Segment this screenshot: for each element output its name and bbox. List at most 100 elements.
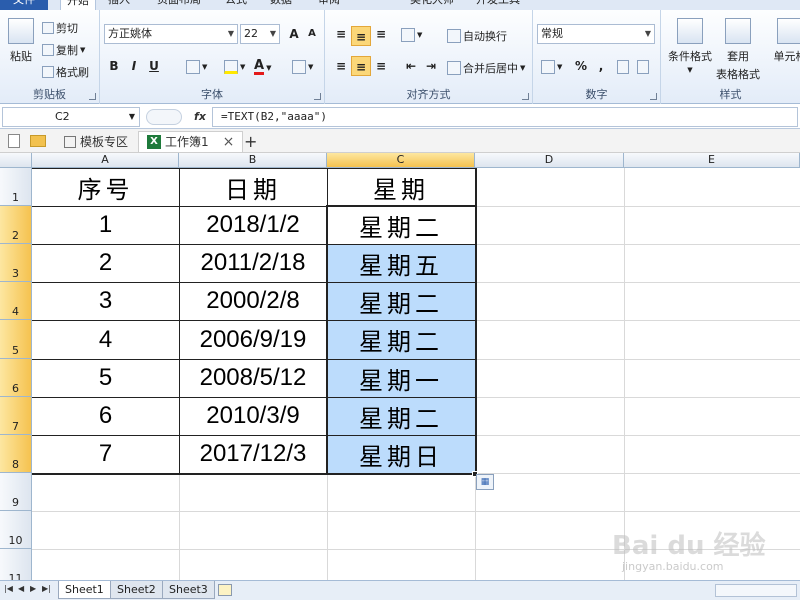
header-cell-weekday[interactable]: 星期 — [327, 168, 475, 206]
format-as-table-button[interactable]: 套用 表格格式 — [715, 18, 761, 82]
first-sheet-icon[interactable]: |◀ — [4, 584, 13, 593]
table-cell[interactable]: 2000/2/8 — [179, 282, 327, 320]
column-header-b[interactable]: B — [179, 153, 327, 168]
conditional-format-button[interactable]: 条件格式 ▼ — [667, 18, 713, 74]
percent-button[interactable]: % — [571, 56, 591, 76]
comma-button[interactable]: , — [591, 56, 611, 76]
table-cell[interactable]: 7 — [32, 435, 179, 473]
next-sheet-icon[interactable]: ▶ — [30, 584, 36, 593]
bold-button[interactable]: B — [104, 56, 124, 76]
format-painter-button[interactable]: 格式刷 — [42, 64, 89, 80]
table-cell[interactable]: 2011/2/18 — [179, 244, 327, 282]
tab-home[interactable]: 开始 — [60, 0, 96, 10]
tab-review[interactable]: 审阅 — [318, 0, 340, 10]
header-cell-date[interactable]: 日期 — [179, 168, 327, 206]
align-left-button[interactable]: ≡ — [331, 56, 351, 76]
tab-file[interactable]: 文件 — [0, 0, 48, 10]
sheet-tab-1[interactable]: Sheet1 — [58, 581, 111, 599]
phonetic-button[interactable]: ▼ — [292, 60, 313, 74]
sheet-tab-3[interactable]: Sheet3 — [162, 581, 215, 599]
formula-bar-toggle[interactable] — [146, 109, 182, 125]
row-header-7[interactable]: 7 — [0, 397, 32, 435]
dialog-launcher-icon[interactable] — [89, 93, 96, 100]
header-cell-index[interactable]: 序号 — [32, 168, 179, 206]
tab-insert[interactable]: 插入 — [108, 0, 130, 10]
copy-button[interactable]: 复制 ▼ — [42, 42, 85, 58]
table-cell[interactable]: 2 — [32, 244, 179, 282]
table-cell[interactable]: 2008/5/12 — [179, 359, 327, 397]
dialog-launcher-icon[interactable] — [522, 93, 529, 100]
row-header-8[interactable]: 8 — [0, 435, 32, 473]
table-cell[interactable]: 2010/3/9 — [179, 397, 327, 435]
select-all-corner[interactable] — [0, 153, 32, 168]
font-color-button[interactable]: A ▼ — [254, 59, 271, 75]
table-cell[interactable]: 星期五 — [327, 244, 475, 282]
spreadsheet-grid[interactable]: A B C D E 1 2 3 4 5 6 7 8 9 10 11 序号 日期 … — [0, 153, 800, 580]
name-box[interactable]: C2 ▼ — [2, 107, 140, 127]
table-cell[interactable]: 1 — [32, 206, 179, 244]
table-cell[interactable]: 2017/12/3 — [179, 435, 327, 473]
decrease-decimal-button[interactable] — [637, 60, 649, 74]
borders-button[interactable]: ▼ — [186, 60, 207, 74]
table-cell[interactable]: 4 — [32, 320, 179, 359]
tab-beautify[interactable]: 美化大师 — [410, 0, 454, 10]
column-header-d[interactable]: D — [475, 153, 624, 168]
align-top-button[interactable]: ≡ — [331, 24, 351, 44]
table-cell[interactable]: 星期日 — [327, 435, 475, 473]
table-cell[interactable]: 2018/1/2 — [179, 206, 327, 244]
increase-indent-button[interactable]: ⇥ — [421, 56, 441, 76]
cut-button[interactable]: 剪切 — [42, 20, 78, 36]
table-cell[interactable]: 6 — [32, 397, 179, 435]
tab-workbook1[interactable]: X 工作簿1 × — [138, 131, 244, 152]
table-cell[interactable]: 星期二 — [327, 206, 475, 244]
table-cell[interactable]: 星期一 — [327, 359, 475, 397]
row-header-1[interactable]: 1 — [0, 168, 32, 206]
font-size-combo[interactable]: 22 ▼ — [240, 24, 280, 44]
decrease-indent-button[interactable]: ⇤ — [401, 56, 421, 76]
new-document-icon[interactable] — [8, 134, 20, 148]
fill-color-button[interactable]: ▼ — [224, 60, 245, 74]
formula-input[interactable]: =TEXT(B2,"aaaa") — [212, 107, 798, 127]
align-bottom-button[interactable]: ≡ — [371, 24, 391, 44]
horizontal-scrollbar[interactable] — [715, 584, 797, 597]
auto-fill-options-button[interactable]: ▦ — [476, 474, 494, 490]
tab-developer[interactable]: 开发工具 — [476, 0, 520, 10]
column-header-e[interactable]: E — [624, 153, 800, 168]
increase-decimal-button[interactable] — [617, 60, 629, 74]
row-header-3[interactable]: 3 — [0, 244, 32, 282]
merge-center-button[interactable]: 合并后居中 ▼ — [447, 60, 525, 76]
table-cell[interactable]: 星期二 — [327, 397, 475, 435]
sheet-tab-2[interactable]: Sheet2 — [110, 581, 163, 599]
row-header-9[interactable]: 9 — [0, 473, 32, 511]
column-header-a[interactable]: A — [32, 153, 179, 168]
align-center-button[interactable]: ≡ — [351, 56, 371, 76]
table-cell[interactable]: 3 — [32, 282, 179, 320]
orientation-button[interactable]: ▼ — [401, 28, 422, 42]
shrink-font-button[interactable]: A — [302, 24, 322, 44]
last-sheet-icon[interactable]: ▶| — [42, 584, 51, 593]
italic-button[interactable]: I — [124, 56, 144, 76]
tab-formulas[interactable]: 公式 — [225, 0, 247, 10]
table-cell[interactable]: 星期二 — [327, 282, 475, 320]
underline-button[interactable]: U — [144, 56, 164, 76]
row-header-6[interactable]: 6 — [0, 359, 32, 397]
close-icon[interactable]: × — [223, 132, 235, 152]
cell-styles-button[interactable]: 单元格 — [767, 18, 800, 64]
tab-page-layout[interactable]: 页面布局 — [157, 0, 201, 10]
grow-font-button[interactable]: A — [284, 24, 304, 44]
row-header-10[interactable]: 10 — [0, 511, 32, 549]
table-cell[interactable]: 5 — [32, 359, 179, 397]
row-header-5[interactable]: 5 — [0, 320, 32, 359]
dialog-launcher-icon[interactable] — [650, 93, 657, 100]
currency-button[interactable]: ▼ — [541, 60, 562, 74]
insert-function-button[interactable]: fx — [190, 107, 210, 127]
insert-sheet-icon[interactable] — [218, 584, 232, 596]
wrap-text-button[interactable]: 自动换行 — [447, 28, 507, 44]
add-tab-button[interactable]: + — [236, 131, 265, 152]
table-cell[interactable]: 星期二 — [327, 320, 475, 359]
row-header-11[interactable]: 11 — [0, 549, 32, 580]
folder-icon[interactable] — [30, 135, 46, 147]
tab-data[interactable]: 数据 — [270, 0, 292, 10]
prev-sheet-icon[interactable]: ◀ — [18, 584, 24, 593]
column-header-c[interactable]: C — [327, 153, 475, 168]
